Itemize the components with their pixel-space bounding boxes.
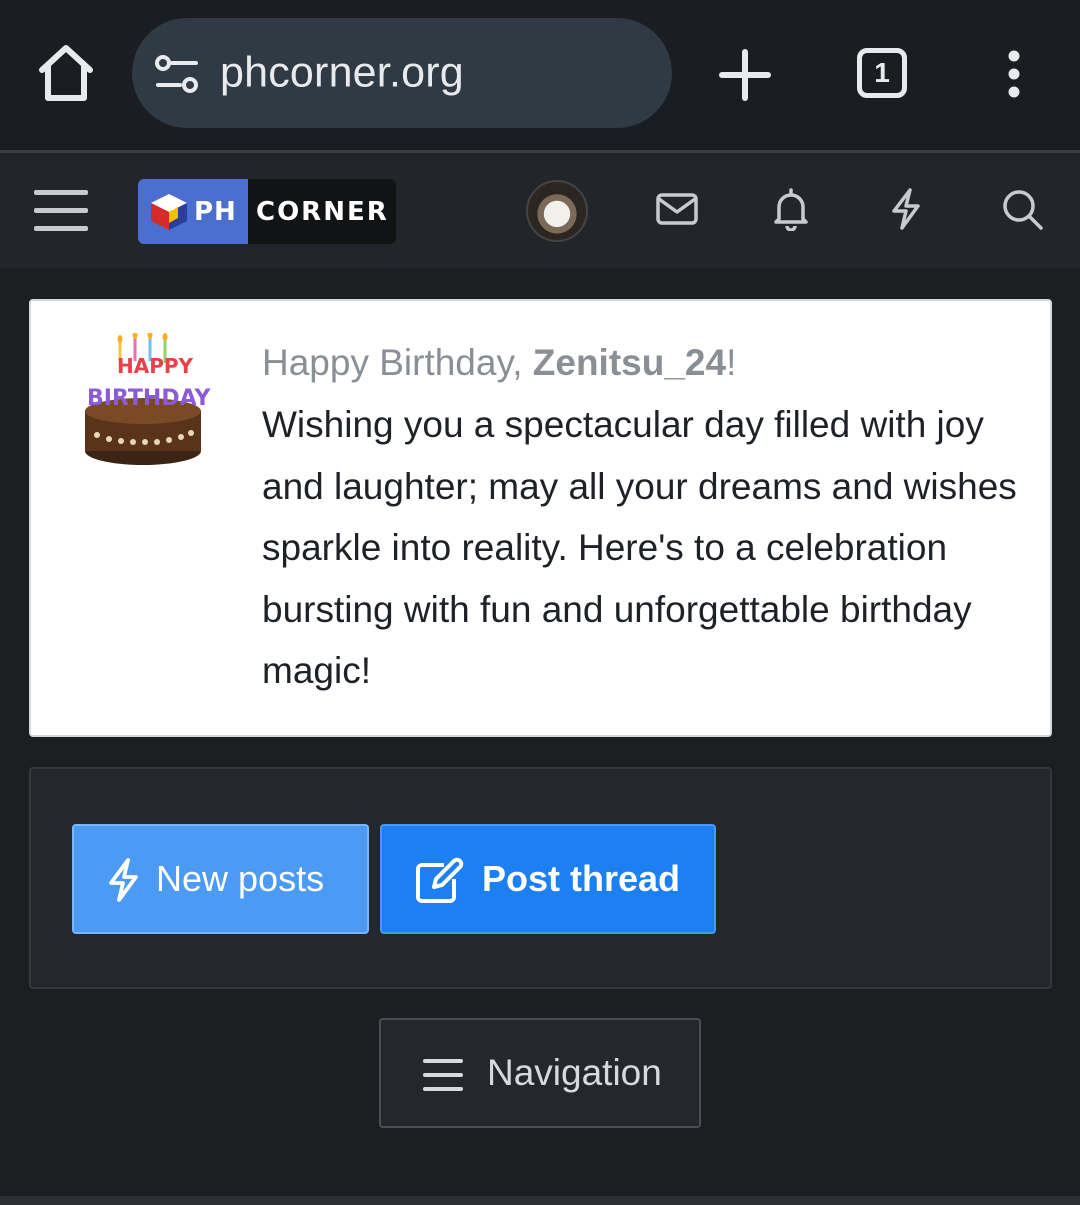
new-posts-button[interactable]: New posts (72, 824, 369, 934)
tab-switcher-button[interactable]: 1 (857, 48, 907, 98)
action-panel: New posts Post thread (29, 767, 1052, 989)
logo-cube-icon (151, 193, 187, 230)
new-tab-icon[interactable] (718, 48, 772, 102)
post-thread-label: Post thread (482, 858, 681, 899)
cake-text-happy: HAPPY (117, 354, 194, 378)
url-text[interactable]: phcorner.org (220, 49, 464, 98)
edit-icon (416, 857, 464, 903)
bell-icon[interactable] (769, 187, 813, 231)
logo-text-corner: CORNER (256, 196, 389, 227)
birthday-message: Wishing you a spectacular day filled wit… (262, 404, 1017, 691)
username-link[interactable]: Zenitsu_24 (533, 342, 726, 383)
home-icon[interactable] (36, 42, 96, 104)
cake-text-birthday: BIRTHDAY (87, 386, 212, 411)
mail-icon[interactable] (655, 187, 699, 231)
birthday-notice: HAPPY BIRTHDAY Happy Birthday, Zenitsu_2… (29, 299, 1052, 737)
new-posts-label: New posts (156, 858, 325, 899)
address-bar[interactable]: phcorner.org (132, 18, 672, 128)
navigation-button[interactable]: Navigation (379, 1018, 701, 1128)
birthday-cake-image: HAPPY BIRTHDAY (85, 333, 212, 465)
tab-count: 1 (874, 57, 890, 88)
navigation-label: Navigation (487, 1052, 662, 1093)
site-header: PH CORNER (0, 153, 1080, 268)
post-thread-button[interactable]: Post thread (380, 824, 716, 934)
site-logo[interactable]: PH CORNER (138, 179, 396, 244)
more-options-icon[interactable] (1000, 50, 1028, 100)
hamburger-menu-icon[interactable] (34, 188, 88, 234)
bottom-divider (0, 1196, 1080, 1205)
browser-toolbar: phcorner.org 1 (0, 0, 1080, 150)
search-icon[interactable] (1000, 187, 1044, 231)
lightning-bolt-icon[interactable] (884, 187, 928, 231)
user-avatar[interactable] (526, 180, 588, 242)
logo-text-ph: PH (194, 196, 237, 227)
hamburger-menu-icon (423, 1059, 463, 1091)
birthday-greeting: Happy Birthday, Zenitsu_24! (262, 342, 737, 383)
lightning-bolt-icon (109, 858, 138, 902)
site-settings-icon[interactable] (154, 54, 200, 94)
